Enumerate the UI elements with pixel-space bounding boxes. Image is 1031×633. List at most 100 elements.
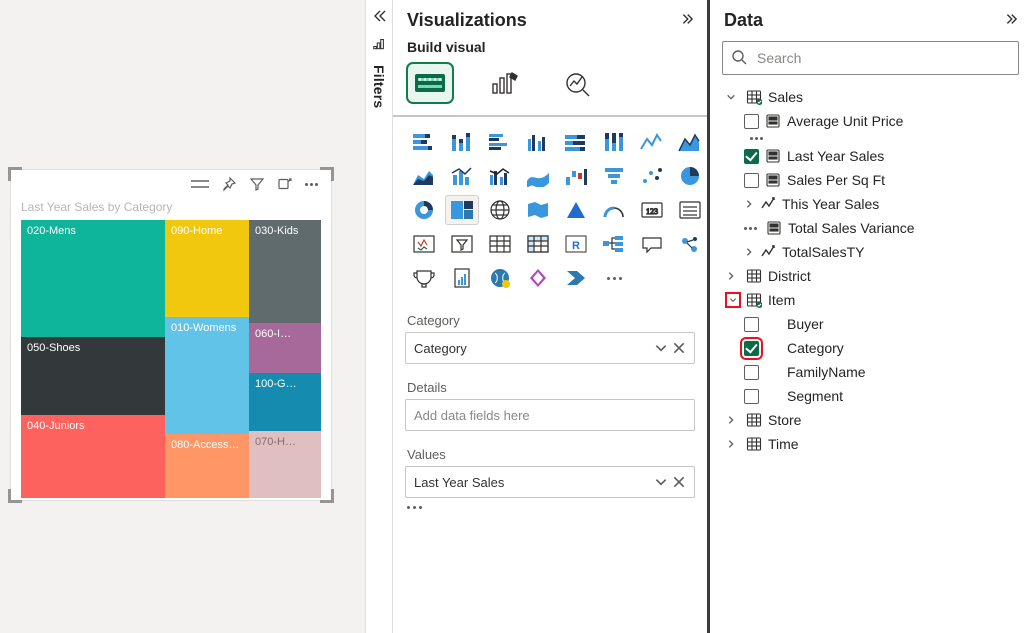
arcgis-map-icon[interactable] — [483, 263, 517, 293]
map-icon[interactable] — [483, 195, 517, 225]
field-checkbox[interactable] — [744, 149, 759, 164]
scatter-chart-icon[interactable] — [635, 161, 669, 191]
field-avg-unit-price[interactable]: Average Unit Price — [722, 109, 1019, 133]
remove-field-icon[interactable] — [672, 475, 686, 489]
treemap-plot-area[interactable]: 020-Mens 090-Home 030-Kids 050-Shoes 010… — [21, 220, 321, 498]
field-buyer[interactable]: Buyer — [722, 312, 1019, 336]
tab-format-visual[interactable] — [481, 63, 527, 103]
field-checkbox[interactable] — [744, 114, 759, 129]
line-clustered-column-icon[interactable] — [483, 161, 517, 191]
field-total-sales-ty[interactable]: TotalSalesTY — [722, 240, 1019, 264]
line-stacked-column-icon[interactable] — [445, 161, 479, 191]
stacked-column-chart-icon[interactable] — [445, 127, 479, 157]
more-visuals-icon[interactable] — [597, 263, 631, 293]
field-segment[interactable]: Segment — [722, 384, 1019, 408]
field-sales-per-sqft[interactable]: Sales Per Sq Ft — [722, 168, 1019, 192]
power-automate-icon[interactable] — [559, 263, 593, 293]
focus-mode-icon[interactable] — [277, 176, 293, 192]
field-total-sales-variance[interactable]: Total Sales Variance — [722, 216, 1019, 240]
more-options-icon[interactable] — [305, 182, 321, 186]
gauge-icon[interactable] — [597, 195, 631, 225]
treemap-tile[interactable]: 020-Mens — [21, 220, 165, 337]
filters-pane-collapsed[interactable]: Filters — [365, 0, 393, 633]
hundred-stacked-bar-icon[interactable] — [559, 127, 593, 157]
card-icon[interactable]: 123 — [635, 195, 669, 225]
more-wells-icon[interactable] — [405, 498, 695, 517]
r-visual-icon[interactable]: R — [559, 229, 593, 259]
treemap-tile[interactable]: 090-Home — [165, 220, 249, 317]
table-node-store[interactable]: Store — [722, 408, 1019, 432]
chevron-right-icon[interactable] — [726, 269, 740, 283]
drag-handle-icon[interactable] — [191, 180, 209, 188]
search-input-container[interactable] — [722, 41, 1019, 75]
chevron-down-icon[interactable] — [726, 293, 740, 307]
chevron-right-icon[interactable] — [744, 196, 754, 212]
chevron-right-icon[interactable] — [726, 413, 740, 427]
field-checkbox[interactable] — [744, 173, 759, 188]
treemap-tile[interactable]: 070-H… — [249, 431, 321, 498]
field-family-name[interactable]: FamilyName — [722, 360, 1019, 384]
field-category[interactable]: Category — [722, 336, 1019, 360]
table-node-item[interactable]: Item — [722, 288, 1019, 312]
well-empty-details[interactable]: Add data fields here — [405, 399, 695, 431]
treemap-tile[interactable]: 100-G… — [249, 373, 321, 431]
table-node-time[interactable]: Time — [722, 432, 1019, 456]
pie-chart-icon[interactable] — [673, 161, 707, 191]
decomposition-tree-icon[interactable] — [597, 229, 631, 259]
qa-visual-icon[interactable] — [635, 229, 669, 259]
filled-map-icon[interactable] — [521, 195, 555, 225]
chevron-down-icon[interactable] — [654, 341, 668, 355]
treemap-tile[interactable]: 080-Accesso… — [165, 434, 249, 498]
pin-icon[interactable] — [221, 176, 237, 192]
treemap-tile[interactable]: 030-Kids — [249, 220, 321, 323]
clustered-column-chart-icon[interactable] — [521, 127, 555, 157]
slicer-icon[interactable] — [445, 229, 479, 259]
options-icon[interactable] — [744, 227, 760, 230]
table-node-sales[interactable]: Sales — [722, 85, 1019, 109]
treemap-visual[interactable]: Last Year Sales by Category 020-Mens 090… — [11, 170, 331, 500]
hundred-stacked-column-icon[interactable] — [597, 127, 631, 157]
remove-field-icon[interactable] — [672, 341, 686, 355]
power-apps-icon[interactable] — [521, 263, 555, 293]
table-icon[interactable] — [483, 229, 517, 259]
key-influencers-icon[interactable] — [673, 229, 707, 259]
ribbon-chart-icon[interactable] — [521, 161, 555, 191]
treemap-tile[interactable]: 050-Shoes — [21, 337, 165, 415]
azure-map-icon[interactable] — [559, 195, 593, 225]
report-canvas[interactable]: Last Year Sales by Category 020-Mens 090… — [0, 0, 365, 633]
chevron-right-icon[interactable] — [726, 437, 740, 451]
collapse-right-icon[interactable] — [1003, 12, 1017, 29]
tab-build-visual[interactable] — [407, 63, 453, 103]
paginated-report-icon[interactable] — [445, 263, 479, 293]
matrix-icon[interactable] — [521, 229, 555, 259]
search-input[interactable] — [755, 49, 1010, 67]
kpi-icon[interactable] — [407, 229, 441, 259]
collapse-right-icon[interactable] — [679, 12, 693, 29]
multi-row-card-icon[interactable] — [673, 195, 707, 225]
chevron-right-icon[interactable] — [744, 244, 754, 260]
treemap-chart-icon[interactable] — [445, 195, 479, 225]
donut-chart-icon[interactable] — [407, 195, 441, 225]
field-checkbox[interactable] — [744, 365, 759, 380]
clustered-bar-chart-icon[interactable] — [483, 127, 517, 157]
field-checkbox[interactable] — [744, 317, 759, 332]
filter-icon[interactable] — [249, 176, 265, 192]
field-last-year-sales[interactable]: Last Year Sales — [722, 144, 1019, 168]
goals-icon[interactable] — [407, 263, 441, 293]
well-chip-values[interactable]: Last Year Sales — [405, 466, 695, 498]
stacked-bar-chart-icon[interactable] — [407, 127, 441, 157]
field-checkbox[interactable] — [744, 341, 759, 356]
field-overflow-icon[interactable] — [722, 133, 1019, 144]
funnel-chart-icon[interactable] — [597, 161, 631, 191]
treemap-tile[interactable]: 060-I… — [249, 323, 321, 373]
field-checkbox[interactable] — [744, 389, 759, 404]
treemap-tile[interactable]: 040-Juniors — [21, 415, 165, 498]
expand-left-icon[interactable] — [371, 8, 387, 24]
table-node-district[interactable]: District — [722, 264, 1019, 288]
field-this-year-sales[interactable]: This Year Sales — [722, 192, 1019, 216]
waterfall-chart-icon[interactable] — [559, 161, 593, 191]
area-chart-icon[interactable] — [673, 127, 707, 157]
tab-analytics[interactable] — [555, 63, 601, 103]
treemap-tile[interactable]: 010-Womens — [165, 317, 249, 434]
chevron-down-icon[interactable] — [726, 90, 740, 104]
